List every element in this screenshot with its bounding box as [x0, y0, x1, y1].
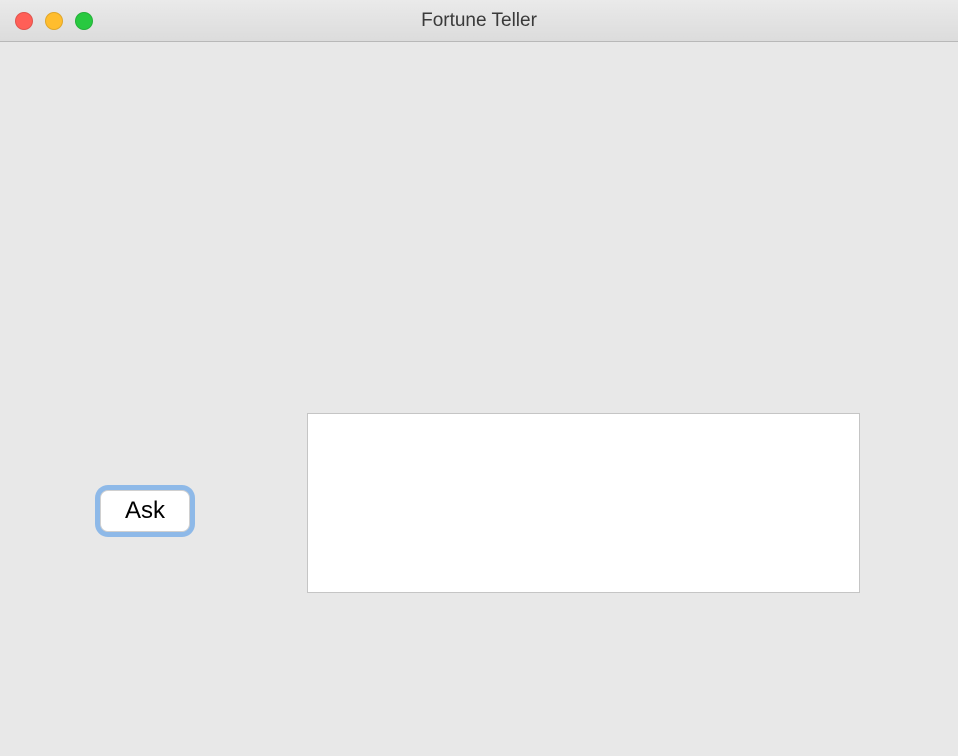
ask-button[interactable]: Ask	[100, 490, 190, 532]
close-icon[interactable]	[15, 12, 33, 30]
zoom-icon[interactable]	[75, 12, 93, 30]
output-textarea[interactable]	[307, 413, 860, 593]
traffic-lights	[15, 12, 93, 30]
minimize-icon[interactable]	[45, 12, 63, 30]
window-title: Fortune Teller	[421, 10, 537, 32]
content-area: Ask	[0, 42, 958, 756]
titlebar: Fortune Teller	[0, 0, 958, 42]
app-window: Fortune Teller Ask	[0, 0, 958, 756]
